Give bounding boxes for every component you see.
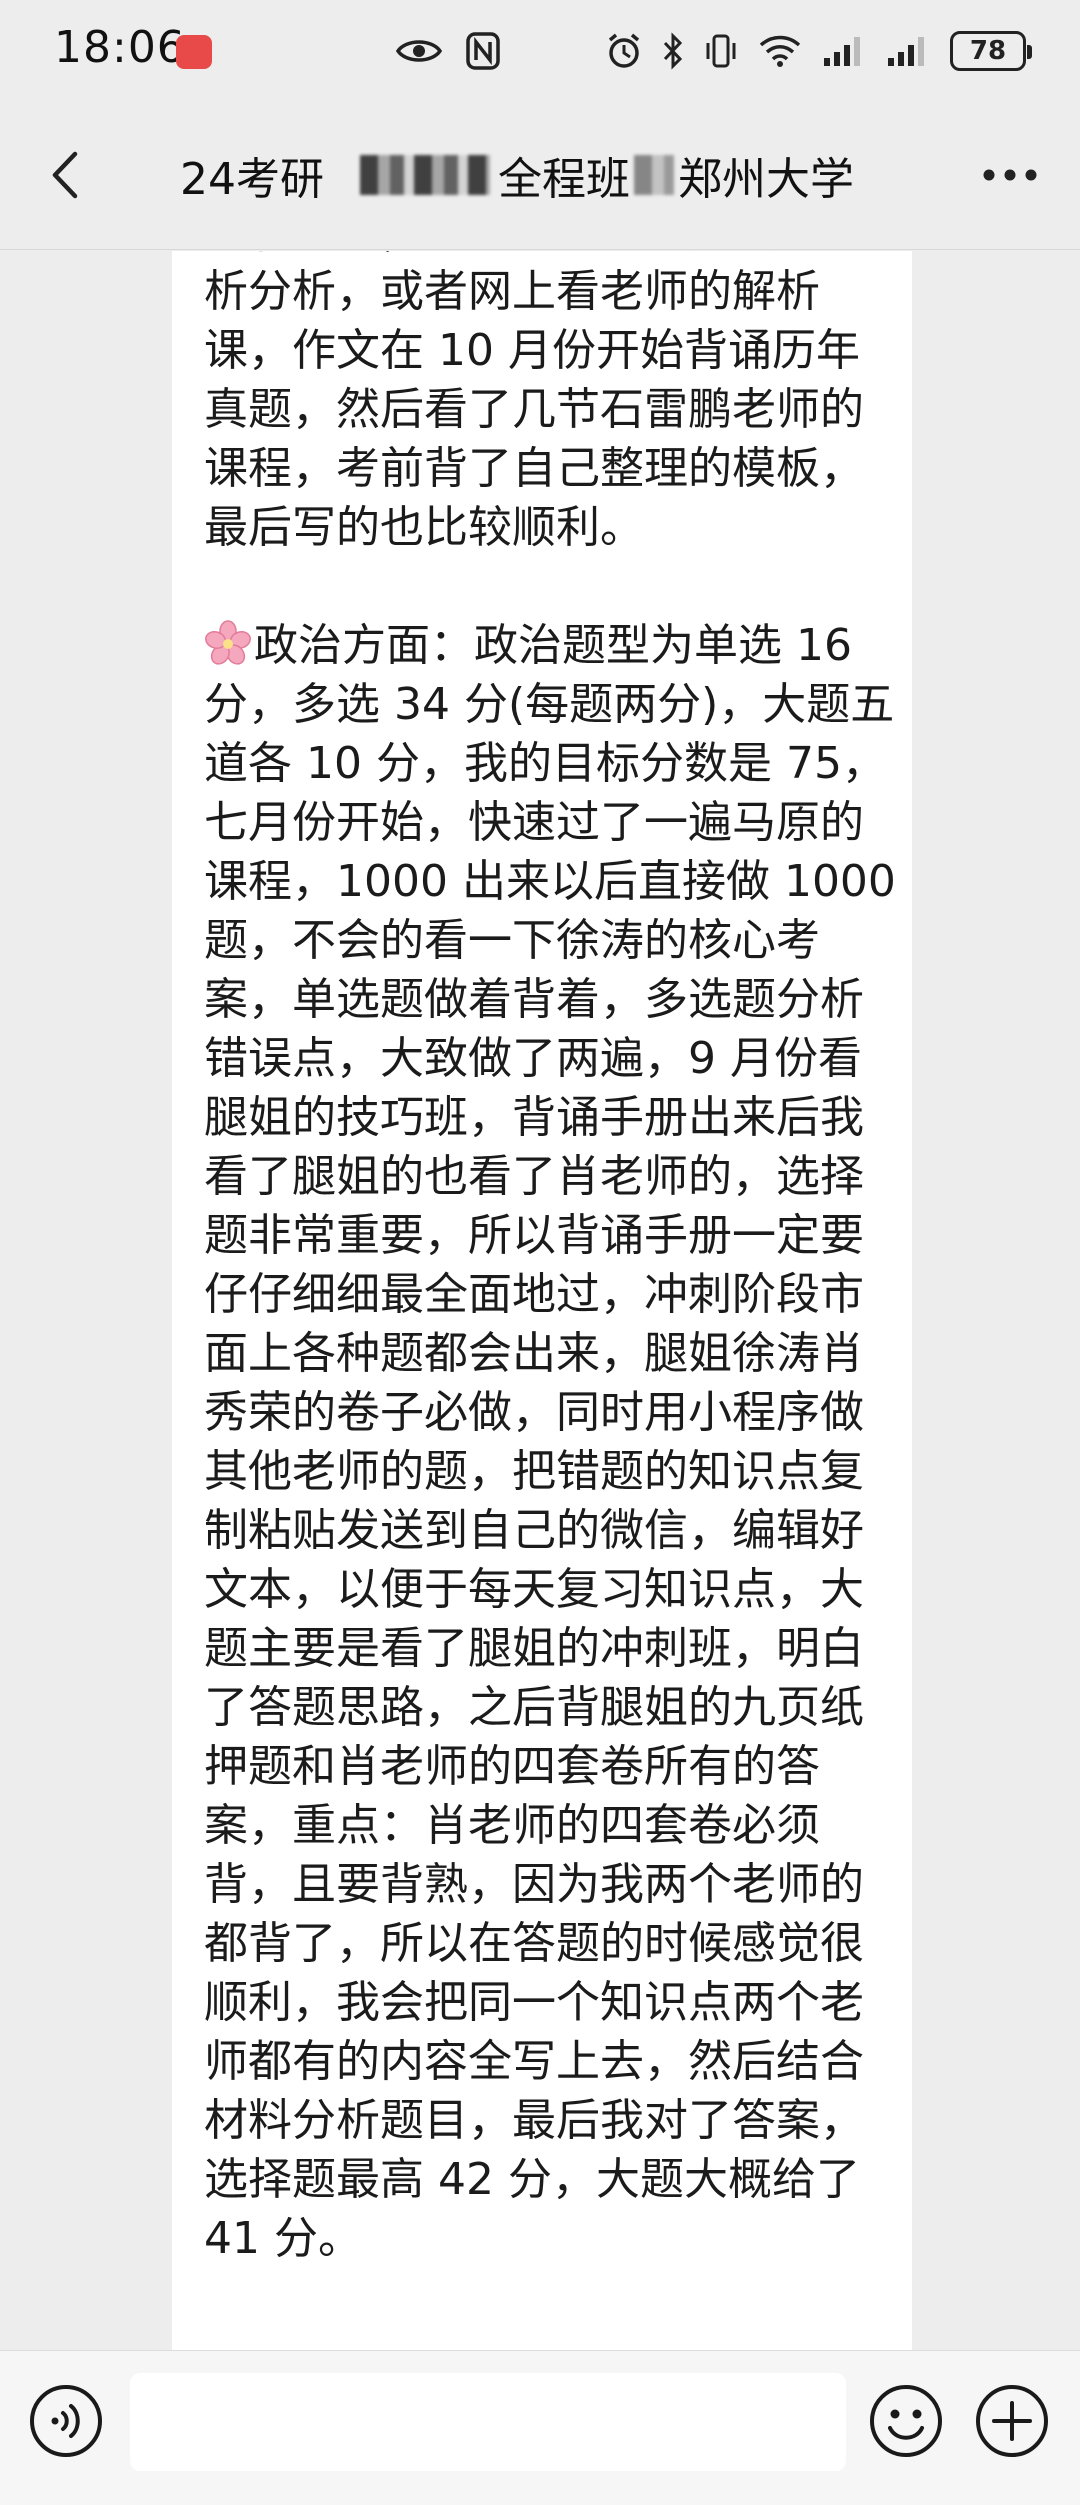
message-line: 41 分。 xyxy=(204,2213,362,2264)
chat-content[interactable]: 没有看课，自己做然后看黄皮书解 析分析，或者网上看老师的解析 课，作文在 10 … xyxy=(0,251,1080,2350)
nfc-icon xyxy=(466,32,500,70)
message-line: 七月份开始，快速过了一遍马原的 xyxy=(204,797,864,848)
voice-icon[interactable] xyxy=(28,2383,104,2459)
message-bubble[interactable]: 没有看课，自己做然后看黄皮书解 析分析，或者网上看老师的解析 课，作文在 10 … xyxy=(172,251,912,2350)
status-right-icons: 78 xyxy=(606,28,1032,74)
more-dots-icon xyxy=(983,169,1037,181)
message-line: 选择题最高 42 分，大题大概给了 xyxy=(204,2154,860,2205)
status-center-icons xyxy=(396,28,500,74)
message-line: 课程，考前背了自己整理的模板， xyxy=(204,443,864,494)
signal-icon xyxy=(824,37,860,66)
message-line: 题非常重要，所以背诵手册一定要 xyxy=(204,1210,864,1261)
back-button[interactable] xyxy=(30,140,100,210)
message-line: 案，重点：肖老师的四套卷必须 xyxy=(204,1800,820,1851)
message-line: 文本，以便于每天复习知识点，大 xyxy=(204,1564,864,1615)
alarm-icon xyxy=(608,33,640,68)
message-line: 押题和肖老师的四套卷所有的答 xyxy=(204,1741,820,1792)
message-text: 没有看课，自己做然后看黄皮书解 析分析，或者网上看老师的解析 课，作文在 10 … xyxy=(204,251,904,2268)
politics-heading-line: 政治方面：政治题型为单选 16 xyxy=(254,620,852,671)
emoji-icon[interactable] xyxy=(868,2383,944,2459)
redacted-mark xyxy=(634,155,674,195)
redacted-name xyxy=(360,155,490,195)
message-line: 顺利，我会把同一个知识点两个老 xyxy=(204,1977,864,2028)
message-line: 了答题思路，之后背腿姐的九页纸 xyxy=(204,1682,864,1733)
vibrate-icon xyxy=(706,34,736,68)
title-prefix: 24考研 xyxy=(180,154,324,205)
message-line: 腿姐的技巧班，背诵手册出来后我 xyxy=(204,1092,864,1143)
plus-icon[interactable] xyxy=(974,2383,1050,2459)
more-options-button[interactable] xyxy=(970,140,1050,210)
message-line: 没有看课，自己做然后看黄皮书解 xyxy=(204,251,904,262)
title-suffix: 郑州大学 xyxy=(678,154,854,205)
message-line: 真题，然后看了几节石雷鹏老师的 xyxy=(204,384,864,435)
message-line: 秀荣的卷子必做，同时用小程序做 xyxy=(204,1387,864,1438)
status-bar: 18:06 78 xyxy=(0,0,1080,100)
message-line: 分，多选 34 分(每题两分)，大题五 xyxy=(204,679,895,730)
message-line: 政治方面：政治题型为单选 16 xyxy=(204,616,904,675)
message-line: 课，作文在 10 月份开始背诵历年 xyxy=(204,325,860,376)
chevron-left-icon xyxy=(52,151,78,199)
title-middle: 全程班 xyxy=(498,154,630,205)
status-time: 18:06 xyxy=(54,22,186,73)
message-line: 课程，1000 出来以后直接做 1000 xyxy=(204,856,896,907)
message-line: 师都有的内容全写上去，然后结合 xyxy=(204,2036,864,2087)
chat-title: 24考研 全程班 郑州大学 xyxy=(180,140,854,210)
message-line: 看了腿姐的也看了肖老师的，选择 xyxy=(204,1151,864,1202)
message-line: 其他老师的题，把错题的知识点复 xyxy=(204,1446,864,1497)
chat-input-bar xyxy=(0,2350,1080,2505)
message-line: 错误点，大致做了两遍，9 月份看 xyxy=(204,1033,862,1084)
message-line: 析分析，或者网上看老师的解析 xyxy=(204,266,820,317)
message-line: 都背了，所以在答题的时候感觉很 xyxy=(204,1918,864,1969)
app-notification-icon xyxy=(176,35,212,69)
wifi-icon xyxy=(759,35,801,67)
message-line: 题，不会的看一下徐涛的核心考 xyxy=(204,915,820,966)
message-line: 案，单选题做着背着，多选题分析 xyxy=(204,974,864,1025)
battery-level: 78 xyxy=(969,36,1007,66)
eye-icon xyxy=(396,40,442,62)
cherry-blossom-icon xyxy=(205,620,251,665)
message-line: 仔仔细细最全面地过，冲刺阶段市 xyxy=(204,1269,864,1320)
message-line: 题主要是看了腿姐的冲刺班，明白 xyxy=(204,1623,864,1674)
message-line: 面上各种题都会出来，腿姐徐涛肖 xyxy=(204,1328,864,1379)
bluetooth-icon xyxy=(663,32,683,70)
message-line: 最后写的也比较顺利。 xyxy=(204,502,644,553)
message-line: 道各 10 分，我的目标分数是 75， xyxy=(204,738,886,789)
message-line: 材料分析题目，最后我对了答案， xyxy=(204,2095,864,2146)
message-line: 制粘贴发送到自己的微信，编辑好 xyxy=(204,1505,864,1556)
message-input[interactable] xyxy=(130,2373,846,2471)
battery-indicator: 78 xyxy=(950,31,1032,71)
message-line: 背，且要背熟，因为我两个老师的 xyxy=(204,1859,864,1910)
signal-icon-2 xyxy=(888,37,924,66)
chat-header: 24考研 全程班 郑州大学 xyxy=(0,100,1080,250)
